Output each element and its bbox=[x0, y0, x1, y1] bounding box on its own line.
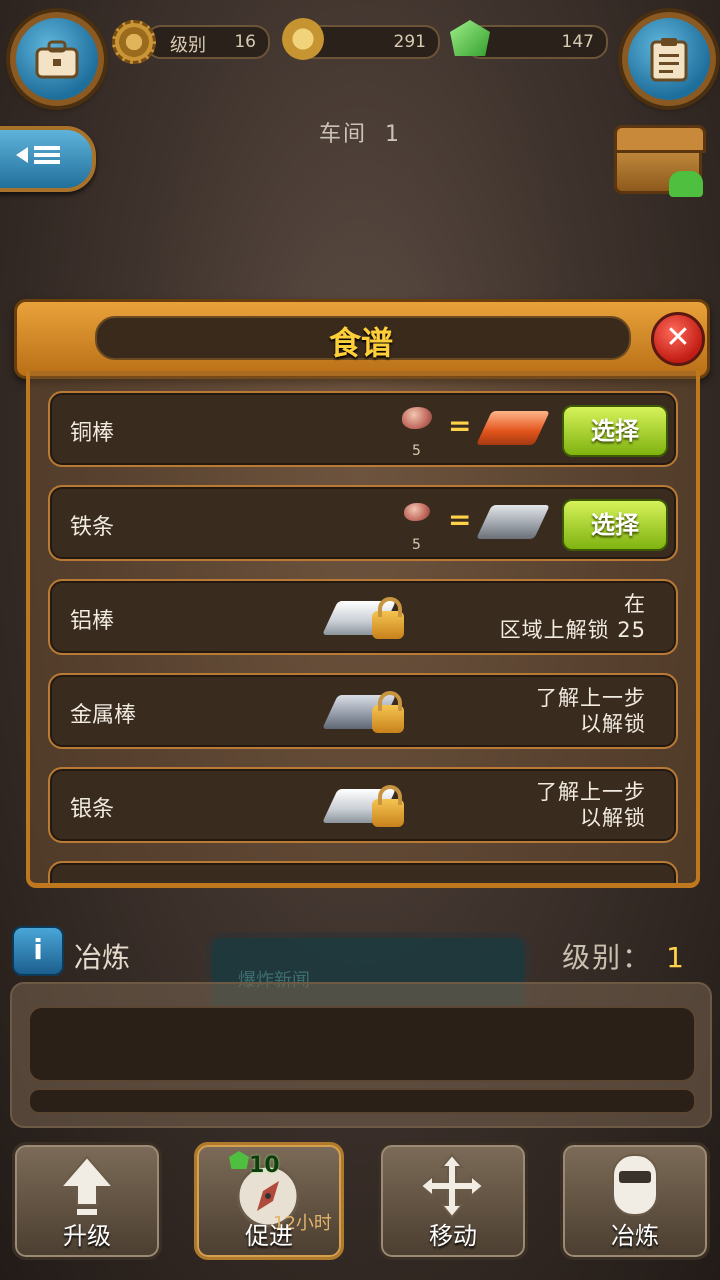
boost-label: 促进 bbox=[245, 1222, 293, 1250]
boost-gem-cost: 10 bbox=[249, 1153, 280, 1178]
coins-value: 291 bbox=[393, 32, 426, 52]
tasks-button[interactable] bbox=[622, 12, 716, 106]
menu-toggle-button[interactable] bbox=[0, 126, 96, 192]
copper-ore-icon bbox=[402, 407, 432, 429]
coin-icon bbox=[282, 18, 324, 60]
unlock-requirement: 了解上一步 以解锁 bbox=[536, 685, 646, 737]
menu-back-icon bbox=[16, 146, 60, 164]
boost-gem-icon bbox=[229, 1151, 249, 1169]
unlock-line-1: 了解上一步 bbox=[536, 780, 646, 804]
treasure-chest-button[interactable] bbox=[614, 125, 706, 197]
recipe-row-partial bbox=[48, 861, 678, 883]
building-level: 级别： 1 bbox=[562, 936, 686, 976]
recipe-name: 铜棒 bbox=[70, 421, 115, 446]
recipe-panel-header: 食谱 ✕ bbox=[14, 299, 710, 379]
recipe-name: 金属棒 bbox=[70, 703, 137, 728]
level-label: 级别 bbox=[170, 35, 206, 56]
upgrade-button[interactable]: 升级 bbox=[12, 1142, 162, 1260]
level-stat: 级别 16 bbox=[146, 25, 270, 59]
info-button[interactable]: i bbox=[12, 926, 64, 976]
chest-lid bbox=[614, 125, 706, 153]
recipe-name: 铁条 bbox=[70, 515, 115, 540]
lock-icon bbox=[372, 597, 404, 639]
building-name: 冶炼 bbox=[74, 941, 131, 974]
equals-sign: = bbox=[448, 409, 472, 442]
move-arrows-icon bbox=[419, 1153, 485, 1219]
recipe-row-metal: 金属棒 了解上一步 以解锁 bbox=[48, 673, 678, 749]
building-level-label: 级别： bbox=[562, 941, 653, 974]
production-box bbox=[10, 982, 712, 1128]
recipe-name: 银条 bbox=[70, 797, 115, 822]
smelt-label: 冶炼 bbox=[611, 1222, 659, 1250]
equals-sign: = bbox=[448, 503, 472, 536]
close-button[interactable]: ✕ bbox=[651, 312, 705, 366]
boost-button[interactable]: 10 12小时 促进 bbox=[194, 1142, 344, 1260]
copper-ingot-icon bbox=[476, 411, 550, 445]
move-label: 移动 bbox=[429, 1222, 477, 1250]
recipe-panel-title: 食谱 bbox=[328, 324, 393, 362]
iron-ore-icon bbox=[404, 503, 430, 521]
lock-icon bbox=[372, 785, 404, 827]
recipe-row-copper: 铜棒 5 = 选择 bbox=[48, 391, 678, 467]
recipe-row-iron: 铁条 5 = 选择 bbox=[48, 485, 678, 561]
building-level-value: 1 bbox=[666, 941, 686, 974]
briefcase-icon bbox=[35, 40, 79, 79]
workshop-title: 车间 1 bbox=[0, 116, 720, 148]
unlock-requirement: 在 区域上解锁 25 bbox=[500, 591, 646, 643]
inventory-button[interactable] bbox=[10, 12, 104, 106]
gems-value: 147 bbox=[561, 32, 594, 52]
level-gear-icon bbox=[112, 20, 156, 64]
recipe-name: 铝棒 bbox=[70, 609, 115, 634]
unlock-line-2: 以解锁 bbox=[580, 806, 646, 830]
unlock-line-1: 在 bbox=[624, 592, 646, 616]
workshop-label: 车间 bbox=[318, 122, 367, 147]
ore-qty: 5 bbox=[412, 443, 421, 459]
unlock-line-2: 区域上解锁 25 bbox=[499, 618, 646, 642]
select-button-copper[interactable]: 选择 bbox=[562, 405, 668, 457]
arrow-up-icon bbox=[59, 1155, 115, 1215]
recipe-list[interactable]: 铜棒 5 = 选择 铁条 5 = 选择 铝棒 在 区域上解锁 25 金属棒 了解… bbox=[26, 371, 700, 888]
lock-icon bbox=[372, 691, 404, 733]
ore-qty: 5 bbox=[412, 537, 421, 553]
workshop-number: 1 bbox=[385, 122, 401, 147]
clipboard-icon bbox=[650, 38, 688, 82]
progress-bar bbox=[28, 1088, 696, 1114]
iron-ingot-icon bbox=[476, 505, 550, 539]
unlock-line-1: 了解上一步 bbox=[536, 686, 646, 710]
recipe-row-aluminum: 铝棒 在 区域上解锁 25 bbox=[48, 579, 678, 655]
recipe-row-silver: 银条 了解上一步 以解锁 bbox=[48, 767, 678, 843]
move-button[interactable]: 移动 bbox=[378, 1142, 528, 1260]
chest-gems-icon bbox=[669, 171, 703, 197]
level-value: 16 bbox=[234, 32, 256, 52]
unlock-line-2: 以解锁 bbox=[580, 712, 646, 736]
unlock-requirement: 了解上一步 以解锁 bbox=[536, 779, 646, 831]
smelt-button[interactable]: 冶炼 bbox=[560, 1142, 710, 1260]
welding-mask-icon bbox=[612, 1154, 658, 1216]
select-button-iron[interactable]: 选择 bbox=[562, 499, 668, 551]
production-slot bbox=[28, 1006, 696, 1082]
upgrade-label: 升级 bbox=[63, 1222, 111, 1250]
